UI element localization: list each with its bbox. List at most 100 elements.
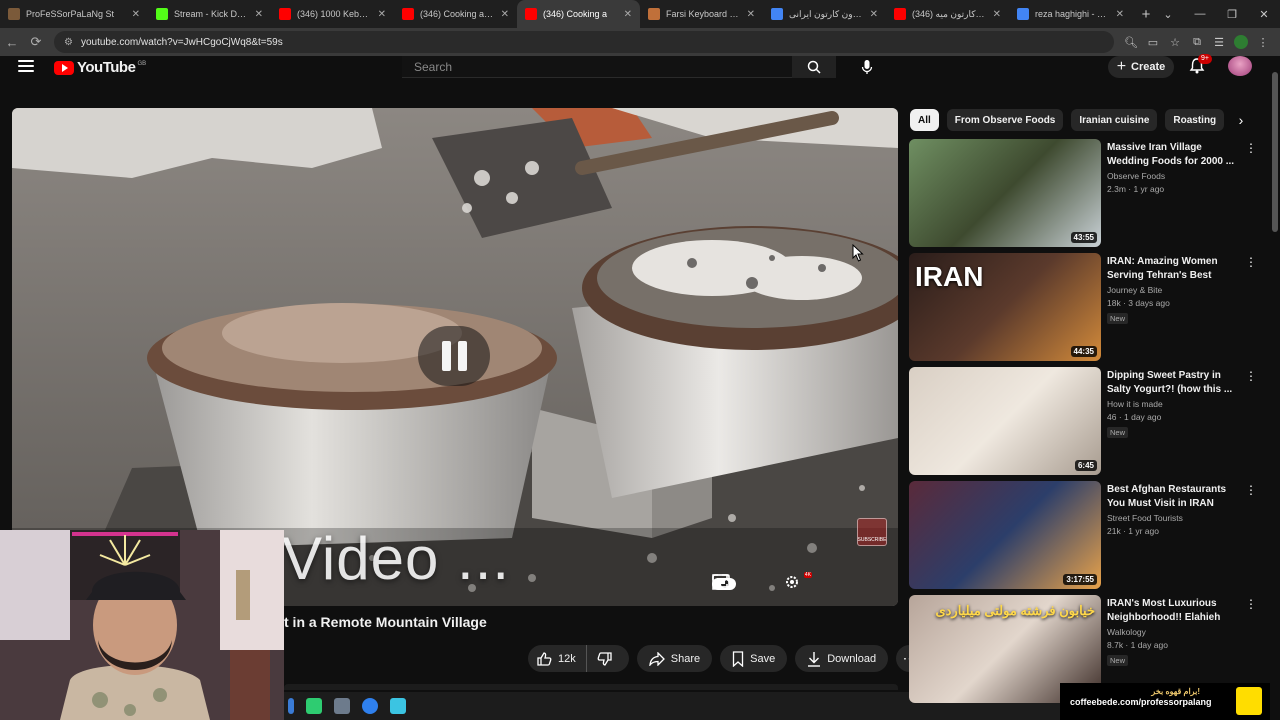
browser-tab[interactable]: تیتراژ کارتون میه (346) ✕	[886, 0, 1009, 28]
video-thumbnail[interactable]: IRAN 44:35	[909, 253, 1101, 361]
chevron-down-icon[interactable]: ⌄	[1152, 0, 1184, 28]
browser-tab[interactable]: هلندون کارتون ایرانی ✕	[763, 0, 886, 28]
subscribe-watermark[interactable]: SUBSCRIBE	[857, 518, 887, 546]
playlist-icon[interactable]: ☰	[1208, 31, 1230, 53]
browser-tab[interactable]: ProFeSSorPaLaNg St ✕	[0, 0, 148, 28]
tab-close-icon[interactable]: ✕	[378, 9, 386, 20]
browser-tab[interactable]: Farsi Keyboard - کلید ✕	[640, 0, 763, 28]
share-button[interactable]: Share	[636, 645, 713, 672]
channel-name[interactable]: Observe Foods	[1107, 171, 1237, 181]
video-title-link[interactable]: Dipping Sweet Pastry in Salty Yogurt?! (…	[1107, 369, 1237, 397]
share-icon	[648, 651, 665, 666]
recommended-video[interactable]: 3:17:55 Best Afghan Restaurants You Must …	[909, 481, 1269, 589]
chevron-right-icon[interactable]: ›	[1230, 109, 1252, 131]
description-panel[interactable]	[284, 684, 898, 690]
tab-close-icon[interactable]: ✕	[255, 9, 263, 20]
voice-search-button[interactable]	[855, 56, 879, 78]
recommended-video[interactable]: 43:55 Massive Iran Village Wedding Foods …	[909, 139, 1269, 247]
download-button[interactable]: Download	[795, 645, 889, 672]
fullscreen-button[interactable]	[712, 574, 880, 594]
back-button[interactable]: ←	[0, 30, 24, 54]
recommended-video[interactable]: IRAN 44:35 IRAN: Amazing Women Serving Teh…	[909, 253, 1269, 361]
settings-button[interactable]: 4K	[784, 572, 812, 594]
page-scrollbar[interactable]	[1270, 58, 1280, 698]
tab-close-icon[interactable]: ✕	[870, 9, 878, 20]
scrollbar-thumb[interactable]	[1272, 72, 1278, 232]
like-button[interactable]: 12k	[528, 645, 587, 672]
site-info-icon[interactable]: ⚙	[64, 37, 73, 48]
chat-app-icon[interactable]	[306, 698, 322, 714]
account-avatar[interactable]	[1228, 56, 1252, 76]
save-label: Save	[750, 652, 776, 665]
plus-icon: +	[1116, 58, 1127, 75]
youtube-logo[interactable]: YouTube GB	[54, 59, 146, 76]
video-thumbnail[interactable]: 6:45	[909, 367, 1101, 475]
promo-farsi-text: برام قهوه بخر!	[1151, 687, 1200, 696]
browser-menu-icon[interactable]: ⋮	[1252, 31, 1274, 53]
tab-close-icon[interactable]: ✕	[1116, 9, 1124, 20]
fullscreen-icon	[712, 574, 728, 590]
miniplayer-button[interactable]	[712, 574, 844, 594]
filter-chip[interactable]: All	[910, 109, 939, 131]
hamburger-menu-icon[interactable]	[18, 60, 34, 72]
recommended-video[interactable]: 6:45 Dipping Sweet Pastry in Salty Yogurt…	[909, 367, 1269, 475]
display-app-icon[interactable]	[334, 698, 350, 714]
more-options-icon[interactable]: ⋮	[1245, 141, 1257, 155]
filter-chip[interactable]: Roasting	[1165, 109, 1225, 131]
restore-button[interactable]: ❐	[1216, 0, 1248, 28]
video-thumbnail[interactable]: 3:17:55	[909, 481, 1101, 589]
zoom-icon[interactable]: 🔍︎	[1120, 31, 1142, 53]
more-options-icon[interactable]: ⋮	[1245, 597, 1257, 611]
filter-chip[interactable]: Iranian cuisine	[1071, 109, 1158, 131]
tab-close-icon[interactable]: ✕	[993, 9, 1001, 20]
minimize-button[interactable]: —	[1184, 0, 1216, 28]
channel-name[interactable]: Journey & Bite	[1107, 285, 1237, 295]
more-options-icon[interactable]: ⋮	[1245, 255, 1257, 269]
more-options-icon[interactable]: ⋮	[1245, 483, 1257, 497]
filter-chip[interactable]: From Observe Foods	[946, 109, 1064, 131]
profile-avatar-icon[interactable]	[1234, 35, 1248, 49]
tab-favicon-icon	[771, 8, 783, 20]
extensions-icon[interactable]: ⧉	[1186, 31, 1208, 53]
tab-close-icon[interactable]: ✕	[747, 9, 755, 20]
browser-tab[interactable]: reza haghighi - Goo ✕	[1009, 0, 1132, 28]
tab-close-icon[interactable]: ✕	[624, 9, 632, 20]
channel-name[interactable]: How it is made	[1107, 399, 1237, 409]
video-title-link[interactable]: IRAN's Most Luxurious Neighborhood!! Ela…	[1107, 597, 1237, 625]
close-window-button[interactable]: ✕	[1248, 0, 1280, 28]
more-options-icon[interactable]: ⋮	[1245, 369, 1257, 383]
cast-icon[interactable]: ▭	[1142, 31, 1164, 53]
tab-close-icon[interactable]: ✕	[132, 9, 140, 20]
browser-tab[interactable]: (346) Cooking a ✕	[517, 0, 640, 28]
globe-app-icon[interactable]	[362, 698, 378, 714]
video-thumbnail[interactable]: 43:55	[909, 139, 1101, 247]
channel-name[interactable]: Street Food Tourists	[1107, 513, 1237, 523]
create-button[interactable]: + Create	[1108, 56, 1174, 78]
coffee-cup-icon	[1236, 687, 1262, 715]
tab-favicon-icon	[1017, 8, 1029, 20]
search-input[interactable]	[402, 56, 792, 78]
search-button[interactable]	[792, 56, 836, 78]
browser-tab[interactable]: (346) 1000 Kebabs a ✕	[271, 0, 394, 28]
dislike-button[interactable]	[587, 645, 629, 672]
pause-button[interactable]	[418, 326, 490, 386]
notifications-button[interactable]: 9+	[1188, 54, 1212, 77]
channel-name[interactable]: Walkology	[1107, 627, 1237, 637]
notification-count-badge: 9+	[1198, 54, 1212, 64]
video-stats: 8.7k · 1 day ago	[1107, 640, 1168, 650]
tab-close-icon[interactable]: ✕	[501, 9, 509, 20]
url-omnibox[interactable]: ⚙ youtube.com/watch?v=JwHCgoCjWq8&t=59s	[54, 31, 1114, 53]
bookmark-star-icon[interactable]: ☆	[1164, 31, 1186, 53]
notes-app-icon[interactable]	[390, 698, 406, 714]
save-button[interactable]: Save	[720, 645, 788, 672]
browser-tab[interactable]: Stream - Kick Dashbo ✕	[148, 0, 271, 28]
player-controls: 4K	[712, 572, 880, 594]
video-title-link[interactable]: IRAN: Amazing Women Serving Tehran's Bes…	[1107, 255, 1237, 283]
tab-favicon-icon	[8, 8, 20, 20]
reload-button[interactable]: ⟳	[24, 30, 48, 54]
subtitles-button[interactable]	[712, 574, 772, 594]
browser-tab[interactable]: (346) Cooking a Mas ✕	[394, 0, 517, 28]
video-title-link[interactable]: Massive Iran Village Wedding Foods for 2…	[1107, 141, 1237, 169]
pen-icon[interactable]	[288, 698, 294, 714]
video-title-link[interactable]: Best Afghan Restaurants You Must Visit i…	[1107, 483, 1237, 511]
